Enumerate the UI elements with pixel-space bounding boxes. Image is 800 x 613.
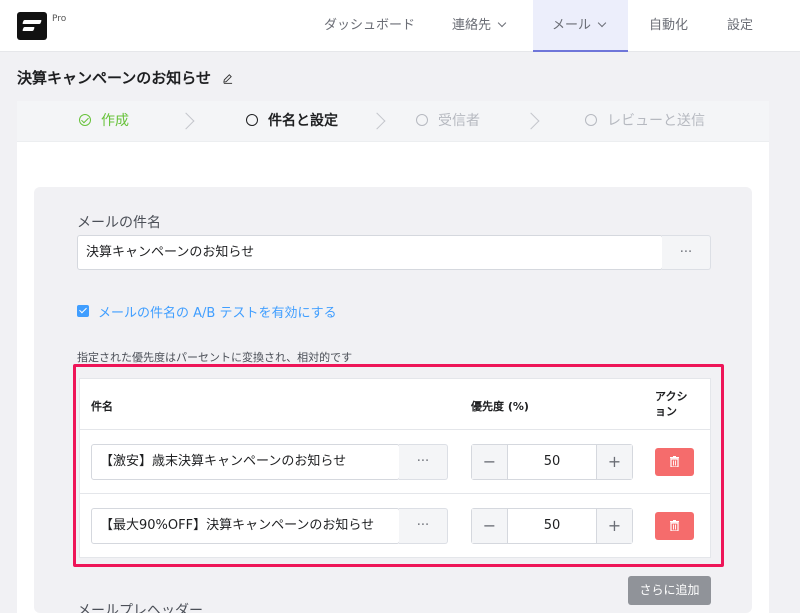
pencil-icon[interactable] xyxy=(222,73,233,84)
page-title: 決算キャンペーンのお知らせ xyxy=(17,67,233,88)
add-more-button[interactable]: さらに追加 xyxy=(628,576,711,605)
subject-input[interactable]: 決算キャンペーンのお知らせ xyxy=(77,235,663,270)
chevron-down-icon xyxy=(497,18,507,28)
preheader-label: メールプレヘッダー xyxy=(77,603,203,613)
chevron-down-icon xyxy=(597,18,607,28)
chevron-right-icon xyxy=(368,112,386,130)
top-navbar: Pro ダッシュボード 連絡先 メール 自動化 設定 xyxy=(0,0,800,52)
ab-test-checkbox[interactable] xyxy=(77,305,89,317)
pro-badge: Pro xyxy=(52,14,67,24)
subject-label: メールの件名 xyxy=(77,215,161,231)
circle-icon xyxy=(416,114,428,126)
circle-icon xyxy=(246,114,258,126)
nav-settings[interactable]: 設定 xyxy=(727,0,753,52)
chevron-right-icon xyxy=(522,112,540,130)
subject-more-button[interactable]: ··· xyxy=(662,235,711,270)
nav-email[interactable]: メール xyxy=(533,0,628,52)
nav-contacts[interactable]: 連絡先 xyxy=(452,0,507,52)
step-subject-settings[interactable]: 件名と設定 xyxy=(246,101,338,142)
step-review-send[interactable]: レビューと送信 xyxy=(585,101,705,142)
nav-dashboard[interactable]: ダッシュボード xyxy=(324,0,415,52)
app-logo[interactable] xyxy=(17,12,47,40)
steps-bar: 作成 件名と設定 受信者 レビューと送信 xyxy=(17,101,769,142)
priority-note: 指定された優先度はパーセントに変換され、相対的です xyxy=(77,351,353,364)
ab-test-label[interactable]: メールの件名の A/B テストを有効にする xyxy=(98,302,337,321)
step-compose[interactable]: 作成 xyxy=(79,101,129,142)
step-recipients[interactable]: 受信者 xyxy=(416,101,480,142)
nav-automation[interactable]: 自動化 xyxy=(649,0,688,52)
check-circle-icon xyxy=(79,114,91,126)
circle-icon xyxy=(585,114,597,126)
highlight-box xyxy=(73,364,724,567)
chevron-right-icon xyxy=(177,112,195,130)
